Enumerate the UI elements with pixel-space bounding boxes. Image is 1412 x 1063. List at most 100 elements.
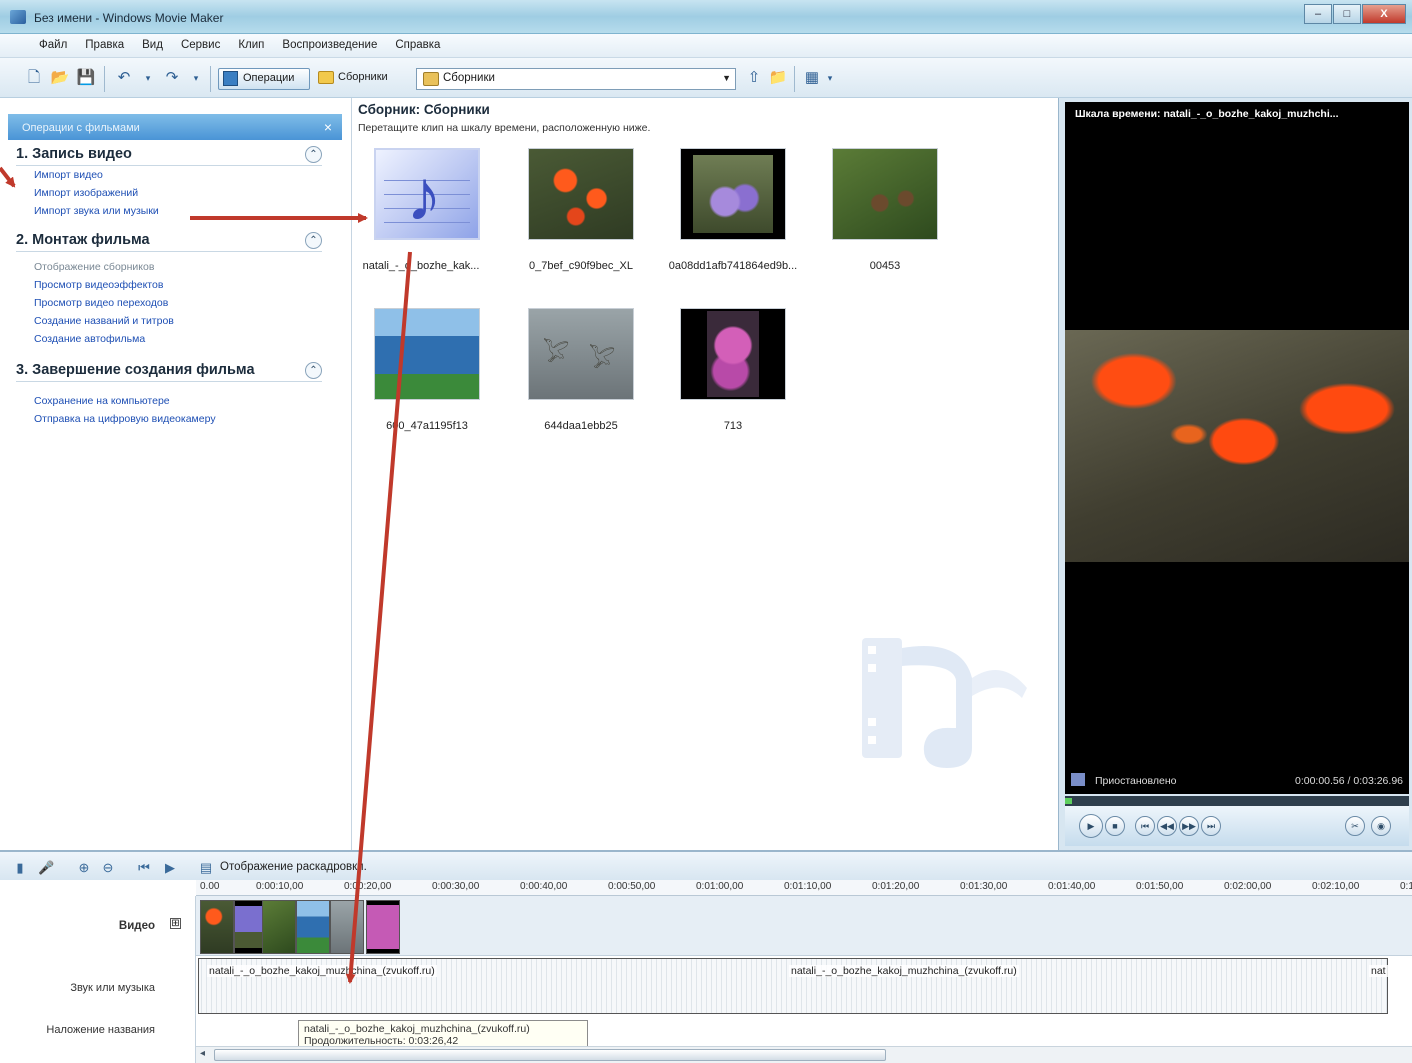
views-icon[interactable]: ▦ [802, 68, 822, 88]
menu-clip[interactable]: Клип [229, 34, 273, 57]
play-icon[interactable]: ▶ [1079, 814, 1103, 838]
minimize-button[interactable]: – [1304, 4, 1332, 24]
collapse-section-icon[interactable]: ⌃ [305, 362, 322, 379]
clip-label: 713 [723, 420, 743, 432]
rewind-timeline-icon[interactable]: ⏮ [136, 860, 152, 876]
open-project-icon[interactable]: 📂 [50, 68, 70, 88]
menu-tools[interactable]: Сервис [172, 34, 229, 57]
ruler-tick-label: 0:00:40,00 [520, 881, 568, 892]
redo-dropdown-icon[interactable]: ▾ [186, 68, 206, 88]
preview-screen[interactable] [1065, 126, 1409, 766]
save-project-icon[interactable]: 💾 [76, 68, 96, 88]
menu-edit[interactable]: Правка [76, 34, 133, 57]
toolbar-separator [794, 66, 795, 92]
video-track-clip[interactable] [200, 900, 234, 954]
section-finish-movie: 3. Завершение создания фильма ⌃ Сохранен… [16, 362, 322, 428]
view-video-transitions-link[interactable]: Просмотр видео переходов [34, 294, 322, 312]
scroll-left-icon[interactable]: ◂ [200, 1048, 205, 1059]
ruler-tick-label: 0:01:40,00 [1048, 881, 1096, 892]
zoom-in-icon[interactable]: ⊕ [76, 860, 92, 876]
seek-bar[interactable] [1065, 796, 1409, 806]
section-title: 2. Монтаж фильма [16, 232, 322, 252]
timeline-ruler[interactable]: 0.00 0:00:10,00 0:00:20,00 0:00:30,00 0:00:4… [196, 880, 1412, 896]
menu-playback[interactable]: Воспроизведение [273, 34, 386, 57]
previous-frame-icon[interactable]: ⏮ [1135, 816, 1155, 836]
section-title: 3. Завершение создания фильма [16, 362, 322, 382]
split-clip-icon[interactable]: ✂ [1345, 816, 1365, 836]
collection-pane: Сборник: Сборники Перетащите клип на шка… [352, 98, 1058, 850]
collection-clip[interactable]: 0a08dd1afb741864ed9b... [658, 148, 798, 298]
collection-select[interactable]: Сборники ▼ [416, 68, 736, 90]
movie-maker-app-icon [10, 10, 26, 24]
up-level-icon[interactable]: ⇧ [744, 68, 764, 88]
title-bar[interactable]: Без имени - Windows Movie Maker – □ X [0, 0, 1412, 34]
video-track-clip[interactable] [262, 900, 296, 954]
collapse-section-icon[interactable]: ⌃ [305, 146, 322, 163]
window-title: Без имени - Windows Movie Maker [34, 11, 224, 25]
menu-help[interactable]: Справка [386, 34, 449, 57]
collection-clip[interactable]: 00453 [810, 148, 950, 298]
rewind-icon[interactable]: ◀◀ [1157, 816, 1177, 836]
new-collection-folder-icon[interactable]: 📁 [768, 68, 788, 88]
tasks-pane-title: Операции с фильмами [22, 122, 140, 134]
movie-tasks-pane: Операции с фильмами × 1. Запись видео ⌃ … [0, 98, 352, 850]
narrate-timeline-icon[interactable]: 🎤 [38, 860, 54, 876]
forward-icon[interactable]: ▶▶ [1179, 816, 1199, 836]
import-video-link[interactable]: Импорт видео [34, 166, 322, 184]
collapse-section-icon[interactable]: ⌃ [305, 232, 322, 249]
save-to-computer-link[interactable]: Сохранение на компьютере [34, 392, 322, 410]
collections-toggle-button[interactable]: Сборники [316, 68, 408, 90]
make-titles-link[interactable]: Создание названий и титров [34, 312, 322, 330]
undo-dropdown-icon[interactable]: ▾ [138, 68, 158, 88]
menu-view[interactable]: Вид [133, 34, 172, 57]
expand-video-track-icon[interactable]: ⊞ [170, 918, 181, 929]
import-audio-link[interactable]: Импорт звука или музыки [34, 202, 322, 220]
music-note-glyph: ♪ [406, 156, 442, 236]
collection-clip[interactable]: 𓅯 𓅯 644daa1ebb25 [506, 308, 646, 458]
collection-select-value: Сборники [443, 72, 495, 84]
make-automovie-link[interactable]: Создание автофильма [34, 330, 322, 348]
set-audio-levels-icon[interactable]: ▮ [12, 860, 28, 876]
timeline-horizontal-scrollbar[interactable]: ◂ [196, 1046, 1412, 1063]
purple-flower-thumbnail [680, 148, 786, 240]
video-track-clip[interactable] [296, 900, 330, 954]
audio-track-clip[interactable]: natali_-_o_bozhe_kakoj_muzhchina_(zvukof… [198, 958, 1388, 1014]
close-window-button[interactable]: X [1362, 4, 1406, 24]
collection-hint: Перетащите клип на шкалу времени, распол… [358, 122, 651, 134]
stop-icon[interactable]: ■ [1105, 816, 1125, 836]
operations-toggle-button[interactable]: Операции [218, 68, 310, 90]
section-title: 1. Запись видео [16, 146, 322, 166]
collection-clip[interactable]: ♪ natali_-_o_bozhe_kak... [352, 148, 492, 298]
collection-clip[interactable]: 0_7bef_c90f9bec_XL [506, 148, 646, 298]
menu-file[interactable]: Файл [30, 34, 76, 57]
show-storyboard-toggle[interactable]: Отображение раскадровки. [220, 861, 367, 873]
video-track-clip[interactable] [330, 900, 364, 954]
video-track-clip[interactable] [366, 900, 400, 954]
zoom-out-icon[interactable]: ⊖ [100, 860, 116, 876]
ruler-tick-label: 0:01:10,00 [784, 881, 832, 892]
pine-cones-thumbnail [832, 148, 938, 240]
next-frame-icon[interactable]: ⏭ [1201, 816, 1221, 836]
collection-clip[interactable]: 600_47a1195f13 [352, 308, 492, 458]
ruler-tick-label: 0:00:10,00 [256, 881, 304, 892]
playback-time: 0:00:00.56 / 0:03:26.96 [1294, 775, 1403, 787]
operations-icon [223, 71, 238, 86]
import-pictures-link[interactable]: Импорт изображений [34, 184, 322, 202]
redo-icon[interactable]: ↷ [162, 68, 182, 88]
collection-clip[interactable]: 713 [658, 308, 798, 458]
maximize-button[interactable]: □ [1333, 4, 1361, 24]
menu-bar: Файл Правка Вид Сервис Клип Воспроизведе… [0, 34, 1412, 58]
send-to-camera-link[interactable]: Отправка на цифровую видеокамеру [34, 410, 322, 428]
video-track[interactable] [196, 896, 1412, 956]
play-timeline-icon[interactable]: ▶ [162, 860, 178, 876]
new-project-icon[interactable]: 🗋 [24, 68, 44, 88]
audio-track-label: Звук или музыка [70, 982, 155, 994]
views-dropdown-icon[interactable]: ▾ [820, 68, 840, 88]
close-tasks-pane-icon[interactable]: × [324, 119, 332, 135]
undo-icon[interactable]: ↶ [114, 68, 134, 88]
scrollbar-thumb[interactable] [214, 1049, 886, 1061]
storyboard-view-icon[interactable]: ▤ [198, 860, 214, 876]
take-picture-icon[interactable]: ◉ [1371, 816, 1391, 836]
view-video-effects-link[interactable]: Просмотр видеоэффектов [34, 276, 322, 294]
main-toolbar: 🗋 📂 💾 ↶ ▾ ↷ ▾ Операции Сборники Сборники… [0, 58, 1412, 98]
